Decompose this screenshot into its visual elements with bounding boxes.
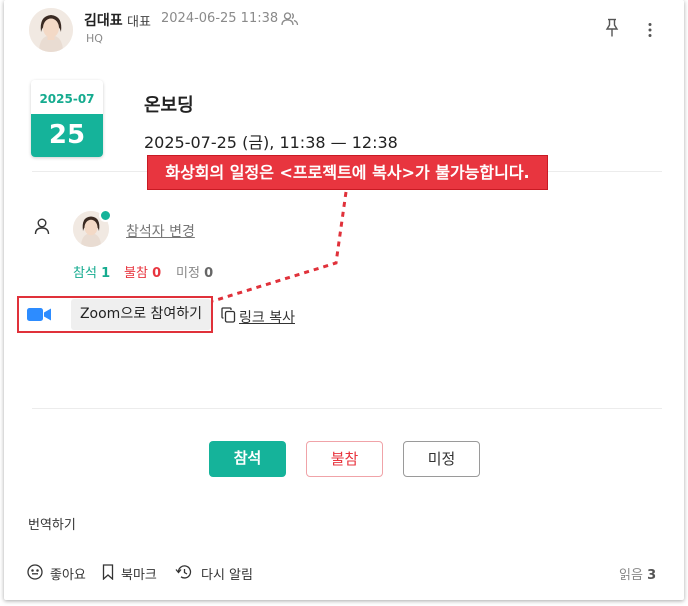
rsvp-attend-button[interactable]: 참석 xyxy=(209,441,286,477)
change-attendees-link[interactable]: 참석자 변경 xyxy=(126,221,195,241)
read-count[interactable]: 읽음 3 xyxy=(619,564,656,583)
copy-icon[interactable] xyxy=(221,307,236,323)
like-button[interactable]: 좋아요 xyxy=(50,564,86,583)
attend-label: 참석 xyxy=(73,266,97,281)
rsvp-undecided-button[interactable]: 미정 xyxy=(403,441,480,477)
attend-number: 1 xyxy=(101,266,111,281)
bookmark-icon[interactable] xyxy=(102,564,114,581)
decline-number: 0 xyxy=(152,266,162,281)
decline-count: 불참 0 xyxy=(124,262,161,281)
online-status-dot xyxy=(99,209,112,222)
undecided-number: 0 xyxy=(204,266,214,281)
read-number: 3 xyxy=(647,568,657,583)
undecided-label: 미정 xyxy=(176,266,200,281)
translate-link[interactable]: 번역하기 xyxy=(28,514,76,533)
divider xyxy=(32,408,662,409)
copy-link-button[interactable]: 링크 복사 xyxy=(239,307,295,327)
annotation-callout: 화상회의 일정은 <프로젝트에 복사>가 불가능합니다. xyxy=(147,155,548,190)
undecided-count: 미정 0 xyxy=(176,262,213,281)
remind-button[interactable]: 다시 알림 xyxy=(201,564,253,583)
join-zoom-button[interactable]: Zoom으로 참여하기 xyxy=(71,299,211,330)
bookmark-button[interactable]: 북마크 xyxy=(121,564,157,583)
schedule-post-card: 김대표 대표 2024-06-25 11:38 HQ 2025-07 25 온보… xyxy=(4,0,684,600)
attend-count: 참석 1 xyxy=(73,262,110,281)
remind-icon[interactable] xyxy=(175,564,194,580)
smile-icon[interactable] xyxy=(27,564,43,580)
person-icon xyxy=(34,218,50,235)
rsvp-decline-button[interactable]: 불참 xyxy=(306,441,383,477)
read-label: 읽음 xyxy=(619,568,643,583)
decline-label: 불참 xyxy=(124,266,148,281)
video-camera-icon xyxy=(27,307,52,322)
